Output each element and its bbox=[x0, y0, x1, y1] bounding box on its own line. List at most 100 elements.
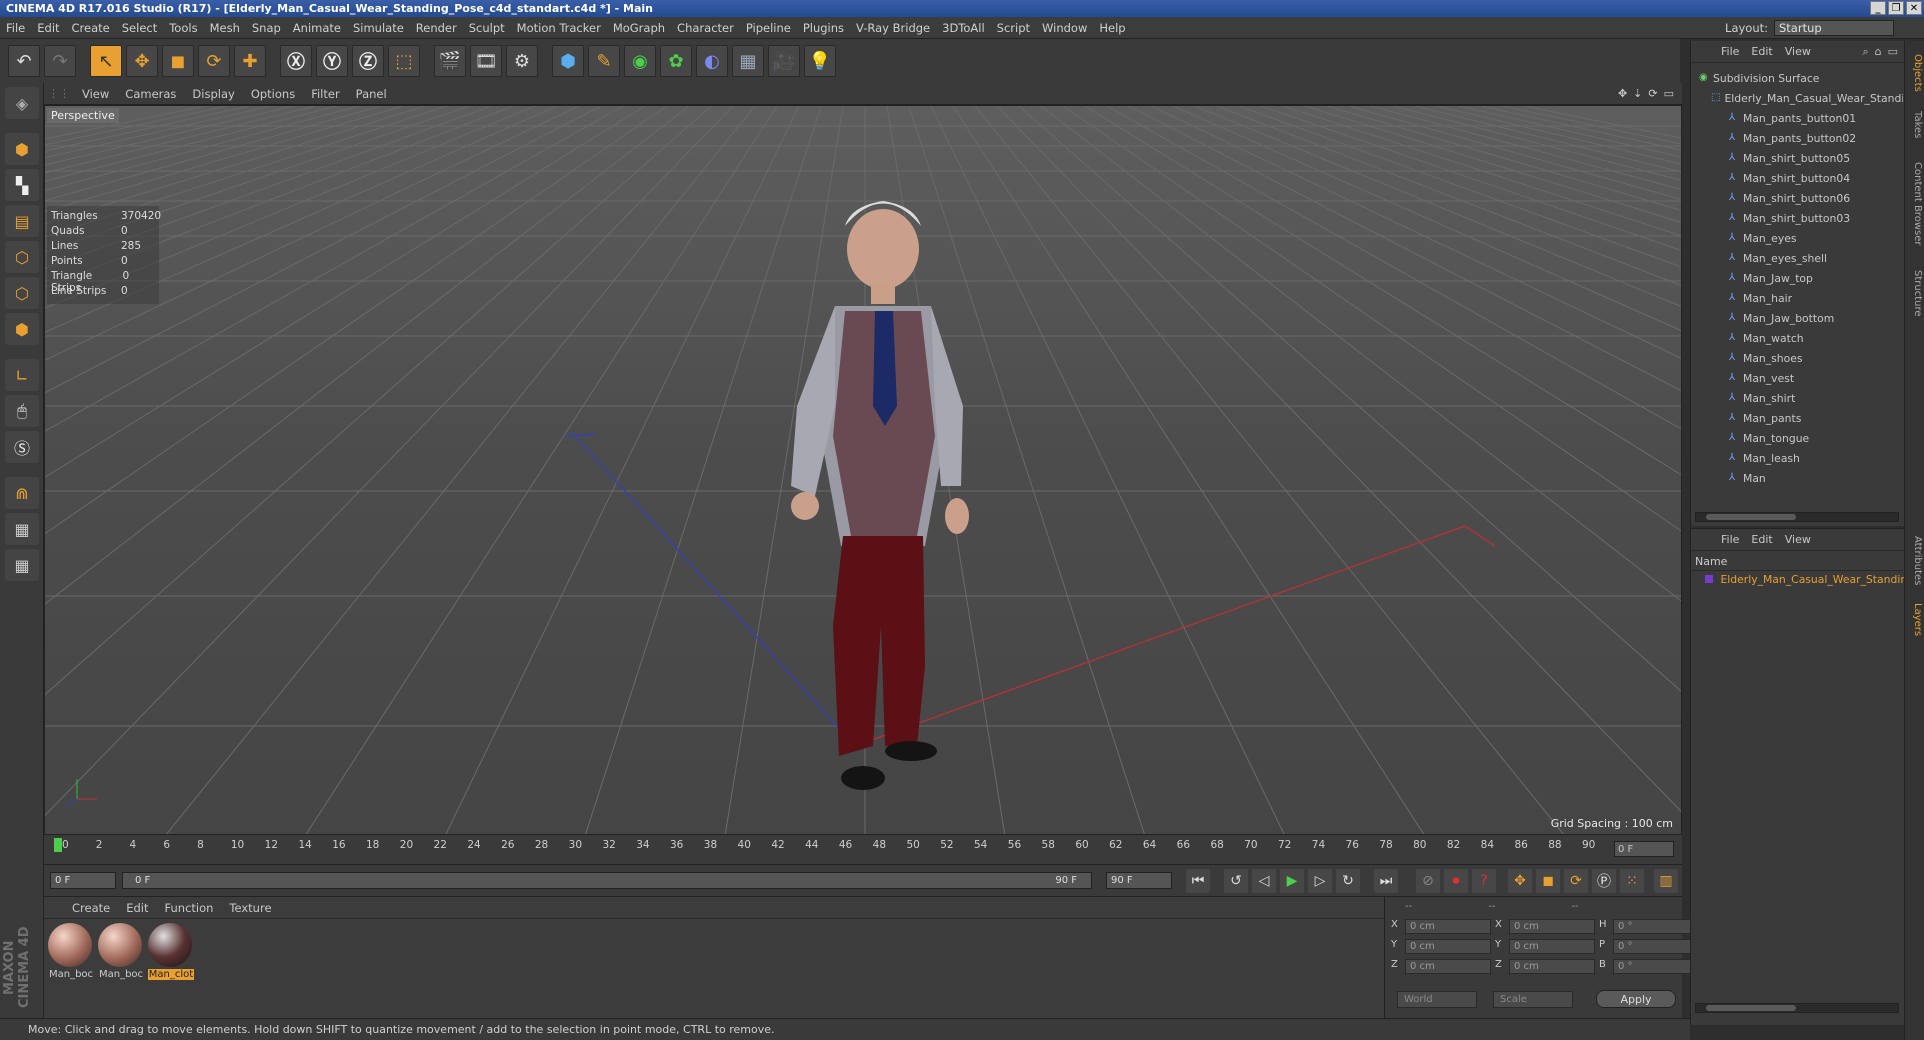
tab-attributes[interactable]: Attributes bbox=[1907, 531, 1923, 591]
render-picture-viewer-icon[interactable]: 🎞 bbox=[470, 45, 502, 77]
axis-mode-icon[interactable]: ∟ bbox=[5, 359, 39, 391]
layout-dropdown[interactable]: Startup bbox=[1774, 20, 1894, 36]
menu-3dtoall[interactable]: 3DToAll bbox=[936, 21, 991, 35]
mograph-cloner-icon[interactable]: ✿ bbox=[660, 45, 692, 77]
y-axis-icon[interactable]: Ⓨ bbox=[316, 45, 348, 77]
move-icon[interactable]: ✥ bbox=[126, 45, 158, 77]
play-icon[interactable]: ▶ bbox=[1280, 869, 1304, 893]
auto-keying-icon[interactable]: ⏺ bbox=[1444, 869, 1468, 893]
transform-icon[interactable]: ✚ bbox=[234, 45, 266, 77]
object-menu-view[interactable]: View bbox=[1779, 45, 1817, 58]
viewport-menu-panel[interactable]: Panel bbox=[348, 87, 395, 101]
record-keys-icon[interactable]: ⊘ bbox=[1416, 869, 1440, 893]
coord-value-field[interactable]: 0 ° bbox=[1613, 919, 1699, 934]
magnet-icon[interactable]: ⋒ bbox=[5, 477, 39, 509]
layer-manager-scrollbar[interactable] bbox=[1695, 1003, 1899, 1013]
pen-spline-icon[interactable]: ✎ bbox=[588, 45, 620, 77]
tab-objects[interactable]: Objects bbox=[1907, 45, 1923, 101]
object-manager-scrollbar[interactable] bbox=[1695, 512, 1899, 522]
scale-icon[interactable]: ◼ bbox=[162, 45, 194, 77]
object-tree-item[interactable]: ⅄ Man_shirt_button06 bbox=[1691, 188, 1903, 208]
object-tree-item[interactable]: ⅄ Man_shirt_button05 bbox=[1691, 148, 1903, 168]
layer-item[interactable]: Elderly_Man_Casual_Wear_Standing bbox=[1705, 573, 1914, 586]
timeline-window-icon[interactable]: ▥ bbox=[1654, 869, 1678, 893]
light-icon[interactable]: 💡 bbox=[804, 45, 836, 77]
coord-value-field[interactable]: 0 cm bbox=[1509, 939, 1595, 954]
filter-icon[interactable]: ▭ bbox=[1888, 45, 1898, 59]
material-menu-function[interactable]: Function bbox=[157, 901, 222, 915]
object-menu-file[interactable]: File bbox=[1715, 45, 1745, 58]
go-to-next-key-icon[interactable]: ↻ bbox=[1336, 869, 1360, 893]
key-scale-icon[interactable]: ◼ bbox=[1536, 869, 1560, 893]
go-to-start-icon[interactable]: ⏮ bbox=[1186, 869, 1210, 893]
menu-window[interactable]: Window bbox=[1036, 21, 1093, 35]
material-menu-texture[interactable]: Texture bbox=[221, 901, 279, 915]
frame-range-slider[interactable]: 0 F 90 F bbox=[122, 872, 1092, 889]
coord-value-field[interactable]: 0 cm bbox=[1405, 959, 1491, 974]
zoom-view-icon[interactable]: ⇣ bbox=[1633, 87, 1642, 100]
coord-value-field[interactable]: 0 cm bbox=[1405, 919, 1491, 934]
object-tree-item[interactable]: ⅄ Man_pants_button01 bbox=[1691, 108, 1903, 128]
object-tree-item[interactable]: ⅄ Man_eyes_shell bbox=[1691, 248, 1903, 268]
object-tree-item[interactable]: ⅄ Man_leash bbox=[1691, 448, 1903, 468]
texture-mode-icon[interactable]: ▚ bbox=[5, 169, 39, 201]
close-button[interactable]: ✕ bbox=[1906, 1, 1922, 15]
subdivision-icon[interactable]: ◉ bbox=[624, 45, 656, 77]
object-tree-item[interactable]: ⅄ Man_shirt_button03 bbox=[1691, 208, 1903, 228]
previous-frame-icon[interactable]: ◁ bbox=[1252, 869, 1276, 893]
object-tree-item[interactable]: ◉ Subdivision Surface bbox=[1691, 68, 1903, 88]
maximize-button[interactable]: ❐ bbox=[1888, 1, 1904, 15]
layer-menu-edit[interactable]: Edit bbox=[1745, 533, 1778, 546]
menu-mograph[interactable]: MoGraph bbox=[607, 21, 671, 35]
perspective-viewport[interactable]: Perspective Triangles 370420 Quads 0 Lines 28… bbox=[44, 105, 1682, 835]
object-tree-item[interactable]: ⅄ Man_pants_button02 bbox=[1691, 128, 1903, 148]
object-tree-item[interactable]: ⅄ Man_watch bbox=[1691, 328, 1903, 348]
menu-snap[interactable]: Snap bbox=[246, 21, 287, 35]
menu-motion-tracker[interactable]: Motion Tracker bbox=[511, 21, 607, 35]
material-menu-edit[interactable]: Edit bbox=[118, 901, 156, 915]
camera-label[interactable]: Perspective bbox=[47, 108, 119, 123]
layer-menu-file[interactable]: File bbox=[1715, 533, 1745, 546]
key-pla-icon[interactable]: ⁙ bbox=[1620, 869, 1644, 893]
material-swatch[interactable]: Man_boc bbox=[48, 923, 94, 980]
menu-create[interactable]: Create bbox=[66, 21, 116, 35]
camera-icon[interactable]: 🎥 bbox=[768, 45, 800, 77]
tab-structure[interactable]: Structure bbox=[1907, 263, 1923, 323]
object-tree-item[interactable]: ⅄ Man_vest bbox=[1691, 368, 1903, 388]
home-icon[interactable]: ⌂ bbox=[1875, 45, 1882, 59]
timeline-ruler[interactable]: 0 F 0 2 4 6 8 10 12 14 16 18 20 22 24 26 28 30 32 34 36 38 4… bbox=[44, 835, 1682, 865]
points-mode-icon[interactable]: ⬡ bbox=[5, 241, 39, 273]
coord-value-field[interactable]: 0 cm bbox=[1405, 939, 1491, 954]
playhead[interactable] bbox=[54, 838, 62, 852]
polygons-mode-icon[interactable]: ⬢ bbox=[5, 313, 39, 345]
render-settings-icon[interactable]: ⚙ bbox=[506, 45, 538, 77]
viewport-menu-cameras[interactable]: Cameras bbox=[117, 87, 184, 101]
menu-select[interactable]: Select bbox=[116, 21, 163, 35]
viewport-menu-filter[interactable]: Filter bbox=[303, 87, 347, 101]
panel-grip-icon[interactable]: ⋮⋮ bbox=[44, 87, 74, 100]
current-frame-field[interactable]: 0 F bbox=[1614, 841, 1674, 857]
menu-tools[interactable]: Tools bbox=[163, 21, 203, 35]
viewport-menu-view[interactable]: View bbox=[74, 87, 117, 101]
undo-icon[interactable]: ↶ bbox=[8, 45, 40, 77]
layer-menu-view[interactable]: View bbox=[1779, 533, 1817, 546]
object-tree-item[interactable]: ⅄ Man bbox=[1691, 468, 1903, 488]
size-mode-dropdown[interactable]: Scale bbox=[1493, 991, 1573, 1008]
object-tree-item[interactable]: ⅄ Man_Jaw_bottom bbox=[1691, 308, 1903, 328]
menu-mesh[interactable]: Mesh bbox=[204, 21, 246, 35]
minimize-button[interactable]: _ bbox=[1870, 1, 1886, 15]
tab-takes[interactable]: Takes bbox=[1907, 105, 1923, 145]
menu-sculpt[interactable]: Sculpt bbox=[463, 21, 511, 35]
menu-plugins[interactable]: Plugins bbox=[797, 21, 850, 35]
menu-edit[interactable]: Edit bbox=[31, 21, 65, 35]
coord-value-field[interactable]: 0 ° bbox=[1613, 959, 1699, 974]
end-frame-field[interactable]: 90 F bbox=[1106, 872, 1172, 889]
elderly-man-model[interactable] bbox=[791, 201, 969, 790]
apply-button[interactable]: Apply bbox=[1596, 990, 1676, 1008]
live-selection-icon[interactable]: ↖ bbox=[90, 45, 122, 77]
keyframe-selection-icon[interactable]: ? bbox=[1472, 869, 1496, 893]
key-position-icon[interactable]: ✥ bbox=[1508, 869, 1532, 893]
material-swatch[interactable]: Man_clot bbox=[148, 923, 194, 980]
go-to-end-icon[interactable]: ⏭ bbox=[1374, 869, 1398, 893]
coord-value-field[interactable]: 0 ° bbox=[1613, 939, 1699, 954]
